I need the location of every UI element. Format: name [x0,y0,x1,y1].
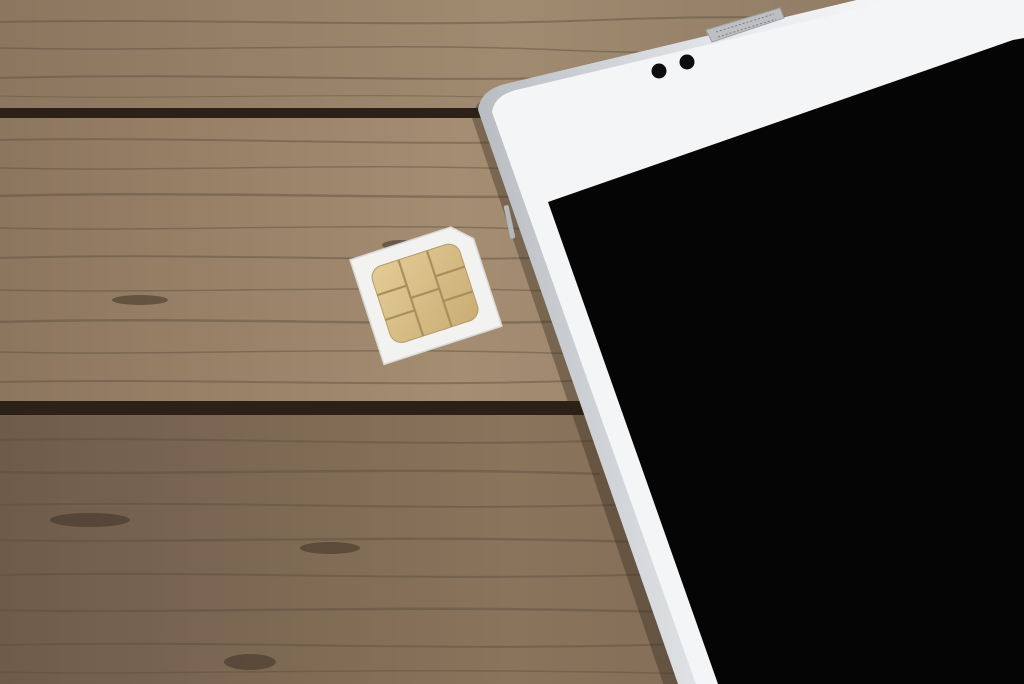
photo-scene [0,0,1024,684]
front-camera-icon [651,63,667,79]
photo-canvas [0,0,1024,684]
proximity-sensor-icon [679,54,695,70]
